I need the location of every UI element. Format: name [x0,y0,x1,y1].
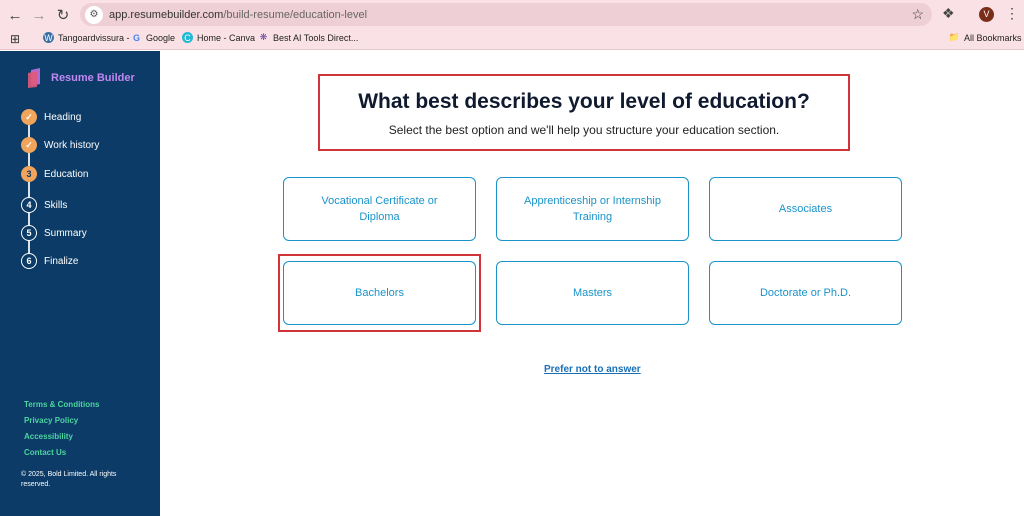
step-label: Skills [44,199,68,211]
google-icon: G [132,32,140,43]
bookmark-item[interactable]: ❋ Best AI Tools Direct... [258,32,359,43]
step-number: 6 [21,253,37,269]
site-info-icon[interactable]: ⚙ [85,5,103,24]
step-finalize[interactable]: 6 Finalize [21,253,78,269]
step-number: 5 [21,225,37,241]
menu-dots-icon[interactable]: ⋮ [1005,5,1019,22]
url-host: app.resumebuilder.com [109,8,224,21]
terms-link[interactable]: Terms & Conditions [24,400,99,409]
copyright: © 2025, Bold Limited. All rights reserve… [21,471,117,488]
back-button[interactable]: ← [3,3,27,27]
sidebar: Resume Builder ✓ Heading ✓ Work history … [0,51,160,516]
all-bookmarks-button[interactable]: 📁 All Bookmarks [949,32,1022,43]
wordpress-icon: W [43,32,54,43]
option-apprenticeship[interactable]: Apprenticeship or Internship Training [496,177,689,241]
logo-text: Resume Builder [51,72,135,84]
profile-avatar[interactable]: V [979,7,994,22]
option-masters[interactable]: Masters [496,261,689,325]
canva-icon: C [182,32,193,43]
option-associates[interactable]: Associates [709,177,902,241]
ai-tools-icon: ❋ [259,32,268,42]
checkmark-icon: ✓ [21,109,37,125]
browser-toolbar: ← → ↻ ⚙ app.resumebuilder.com/build-resu… [0,0,1024,29]
bookmark-item[interactable]: W Tangoardvissura - [43,32,130,43]
bookmark-label: Home - Canva [197,32,256,43]
step-summary[interactable]: 5 Summary [21,225,87,241]
step-connector [28,213,30,225]
step-connector [28,153,30,166]
prefer-not-to-answer-link[interactable]: Prefer not to answer [544,364,641,375]
url-path: /build-resume/education-level [223,8,368,21]
step-education[interactable]: 3 Education [21,166,88,182]
step-heading[interactable]: ✓ Heading [21,109,81,125]
heading-box: What best describes your level of educat… [318,74,850,151]
step-connector [28,241,30,253]
option-doctorate[interactable]: Doctorate or Ph.D. [709,261,902,325]
bookmark-label: Tangoardvissura - [58,32,130,43]
bookmark-item[interactable]: C Home - Canva [182,32,255,43]
reload-button[interactable]: ↻ [51,3,75,27]
step-skills[interactable]: 4 Skills [21,197,67,213]
step-number: 4 [21,197,37,213]
bookmark-star-icon[interactable]: ☆ [911,6,924,23]
bookmark-item[interactable]: G Google [131,32,175,43]
checkmark-icon: ✓ [21,137,37,153]
bookmark-label: Best AI Tools Direct... [273,32,359,43]
extensions-icon[interactable]: ❖ [942,5,955,22]
bookmark-label: Google [146,32,176,43]
logo-icon [28,68,40,88]
step-label: Work history [44,139,100,151]
step-work-history[interactable]: ✓ Work history [21,137,99,153]
step-label: Summary [44,227,87,239]
step-label: Education [44,168,89,180]
step-number: 3 [21,166,37,182]
all-bookmarks-label: All Bookmarks [964,32,1022,43]
step-label: Heading [44,111,82,123]
step-connector [28,182,30,197]
bookmarks-bar: ⊞ W Tangoardvissura - G Google C Home - … [0,29,1024,50]
step-label: Finalize [44,255,79,267]
privacy-link[interactable]: Privacy Policy [24,416,78,425]
folder-icon: 📁 [948,32,961,42]
logo[interactable]: Resume Builder [27,68,135,88]
option-vocational[interactable]: Vocational Certificate or Diploma [283,177,476,241]
accessibility-link[interactable]: Accessibility [24,432,73,441]
address-bar[interactable]: ⚙ app.resumebuilder.com/build-resume/edu… [80,3,932,26]
contact-link[interactable]: Contact Us [24,448,66,457]
apps-grid-icon[interactable]: ⊞ [10,32,20,46]
page-subtitle: Select the best option and we'll help yo… [388,123,780,137]
step-connector [28,125,30,137]
forward-button[interactable]: → [27,3,51,27]
page-title: What best describes your level of educat… [358,90,810,113]
selection-highlight [278,254,481,332]
